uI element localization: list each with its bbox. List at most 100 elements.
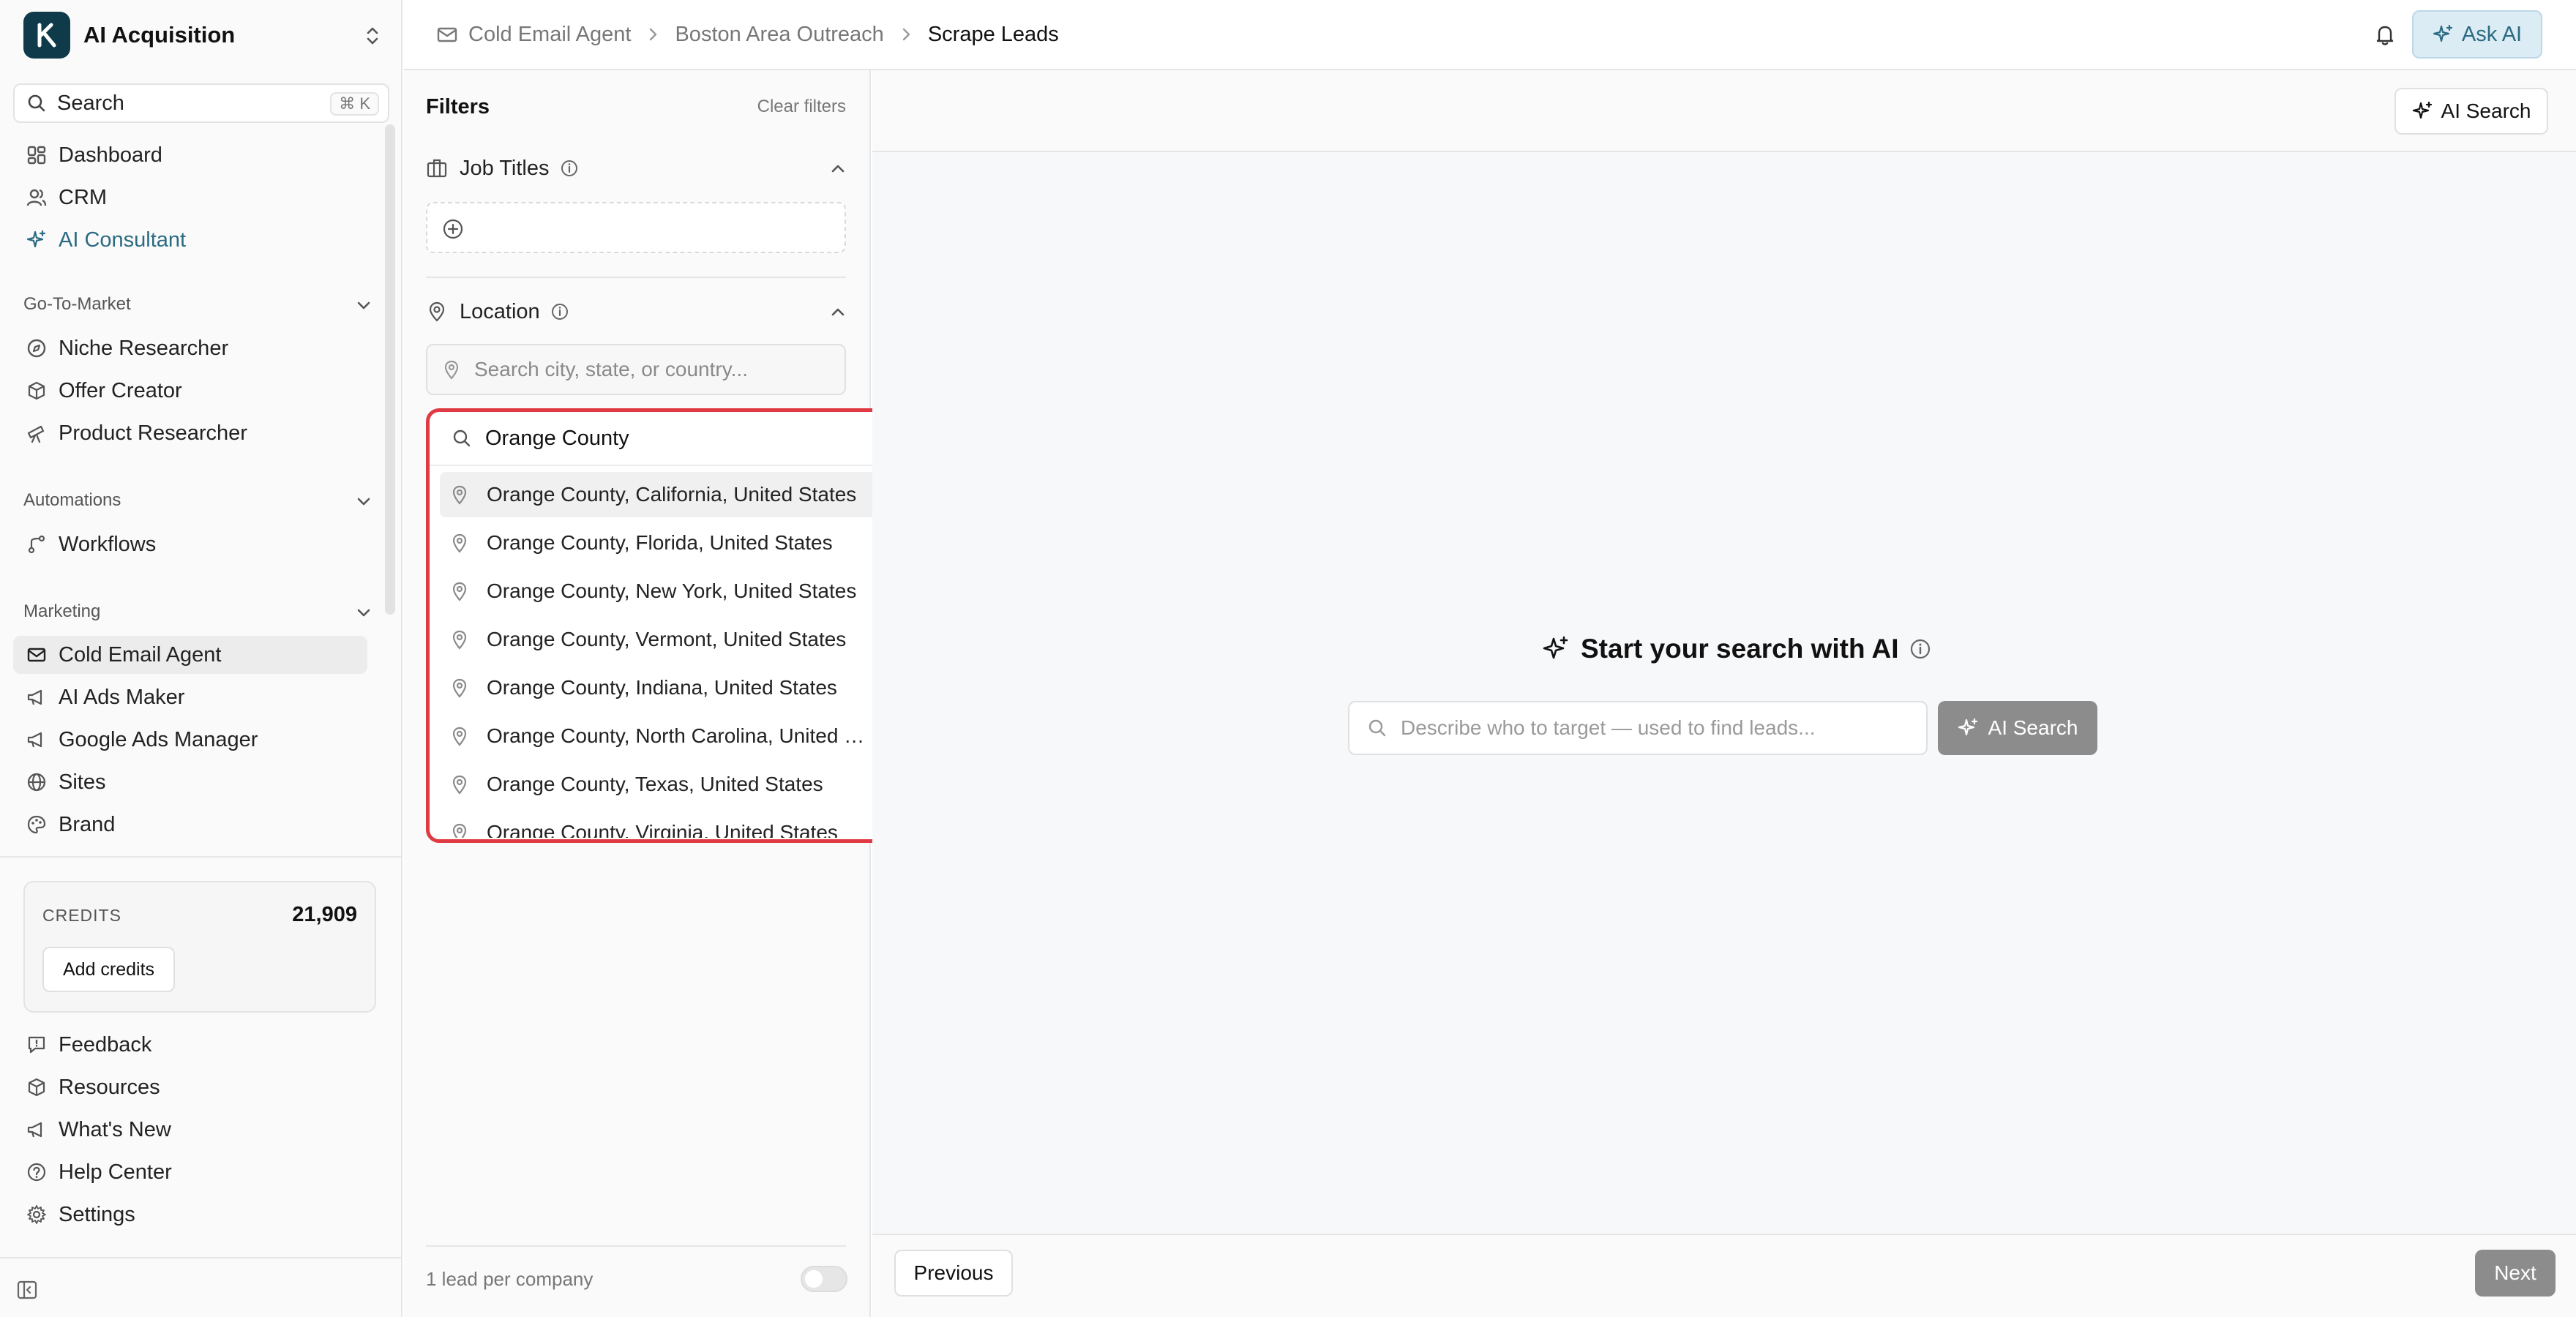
ask-ai-button[interactable]: Ask AI	[2412, 10, 2542, 59]
chevron-down-icon[interactable]	[354, 296, 373, 315]
map-pin-icon	[442, 359, 461, 380]
location-header[interactable]: Location	[426, 296, 847, 328]
feedback-icon	[26, 1035, 47, 1055]
sidebar-search[interactable]: Search ⌘ K	[13, 83, 389, 123]
map-pin-icon	[450, 581, 469, 601]
one-lead-per-company-toggle[interactable]	[801, 1266, 847, 1292]
location-label: Location	[460, 299, 540, 323]
location-option-label: Orange County, Florida, United States	[487, 531, 833, 554]
box-icon	[26, 1077, 47, 1098]
sidebar-item-cold-email-agent[interactable]: Cold Email Agent	[13, 636, 367, 674]
chevron-up-icon[interactable]	[828, 303, 847, 322]
search-label: Search	[57, 91, 124, 115]
sidebar-item-label: Dashboard	[59, 143, 162, 167]
location-option[interactable]: Orange County, North Carolina, United St…	[440, 713, 882, 759]
hero-title: Start your search with AI	[1543, 631, 1931, 667]
sidebar-item-dashboard[interactable]: Dashboard	[13, 136, 367, 174]
sidebar-item-help-center[interactable]: Help Center	[13, 1153, 367, 1191]
sidebar-item-offer-creator[interactable]: Offer Creator	[13, 372, 367, 410]
ai-target-input[interactable]: Describe who to target — used to find le…	[1348, 701, 1928, 755]
map-pin-icon	[450, 774, 469, 795]
sidebar-divider	[0, 1257, 401, 1258]
location-option[interactable]: Orange County, Virginia, United States	[440, 810, 882, 838]
compass-icon	[26, 338, 47, 359]
telescope-icon	[26, 423, 47, 443]
chevron-down-icon[interactable]	[354, 603, 373, 622]
location-dropdown-search[interactable]: Orange County	[430, 412, 898, 466]
sidebar-item-label: Brand	[59, 812, 116, 836]
sidebar-item-brand[interactable]: Brand	[13, 806, 367, 844]
sidebar-item-settings[interactable]: Settings	[13, 1196, 367, 1234]
breadcrumb-scrape-leads: Scrape Leads	[927, 22, 1059, 46]
top-bar: Cold Email Agent Boston Area Outreach Sc…	[404, 0, 2576, 70]
sparkles-icon	[2433, 23, 2455, 45]
sidebar-item-niche-researcher[interactable]: Niche Researcher	[13, 329, 367, 367]
sidebar-item-label: CRM	[59, 185, 108, 209]
workspace-switcher[interactable]: AI Acquisition	[23, 10, 382, 60]
sidebar-item-product-researcher[interactable]: Product Researcher	[13, 414, 367, 452]
map-pin-icon	[450, 822, 469, 838]
location-option[interactable]: Orange County, Vermont, United States	[440, 617, 882, 662]
map-pin-icon	[450, 629, 469, 650]
sidebar-divider	[0, 856, 401, 858]
location-option-label: Orange County, Texas, United States	[487, 773, 823, 795]
sidebar-item-feedback[interactable]: Feedback	[13, 1026, 367, 1064]
location-dropdown: Orange County Orange County, California,…	[426, 408, 902, 843]
previous-button[interactable]: Previous	[894, 1250, 1013, 1297]
location-option-label: Orange County, Virginia, United States	[487, 821, 838, 838]
ask-ai-label: Ask AI	[2461, 22, 2523, 46]
briefcase-icon	[426, 157, 448, 179]
app-name: AI Acquisition	[83, 22, 236, 48]
sidebar-item-label: Feedback	[59, 1032, 152, 1057]
bell-icon[interactable]	[2373, 22, 2397, 47]
chevron-right-icon	[645, 26, 660, 43]
main-header: AI Search	[872, 70, 2576, 152]
help-icon	[26, 1162, 47, 1182]
sidebar-scrollbar[interactable]	[385, 124, 395, 615]
location-option[interactable]: Orange County, Texas, United States	[440, 762, 882, 807]
info-icon[interactable]	[550, 302, 569, 321]
location-option[interactable]: Orange County, New York, United States	[440, 569, 882, 614]
next-button[interactable]: Next	[2475, 1250, 2556, 1297]
sidebar-item-label: AI Consultant	[59, 228, 187, 252]
megaphone-icon	[26, 1119, 47, 1140]
sidebar-item-label: Cold Email Agent	[59, 642, 222, 667]
location-option[interactable]: Orange County, California, United States	[440, 472, 882, 517]
info-icon[interactable]	[560, 159, 579, 178]
sidebar-item-resources[interactable]: Resources	[13, 1068, 367, 1106]
location-search-input[interactable]: Search city, state, or country...	[426, 344, 846, 395]
sidebar-item-whats-new[interactable]: What's New	[13, 1111, 367, 1149]
sidebar-item-ai-consultant[interactable]: AI Consultant	[13, 221, 367, 259]
add-credits-button[interactable]: Add credits	[42, 947, 176, 992]
sidebar-item-label: Product Researcher	[59, 421, 247, 445]
sidebar-item-label: Offer Creator	[59, 378, 182, 402]
ai-search-button-label: AI Search	[1988, 716, 2078, 739]
breadcrumb-cold-email-agent[interactable]: Cold Email Agent	[468, 23, 631, 47]
sidebar-item-ai-ads-maker[interactable]: AI Ads Maker	[13, 678, 367, 716]
sidebar-item-label: Google Ads Manager	[59, 727, 258, 751]
ai-search-top-button[interactable]: AI Search	[2395, 88, 2548, 135]
chevron-right-icon	[899, 26, 913, 43]
sidebar-item-label: Niche Researcher	[59, 336, 229, 360]
one-lead-per-company-label: 1 lead per company	[426, 1267, 594, 1290]
collapse-sidebar-icon[interactable]	[16, 1279, 38, 1301]
sidebar-item-crm[interactable]: CRM	[13, 179, 367, 217]
ai-search-button[interactable]: AI Search	[1938, 701, 2097, 755]
chevron-up-icon[interactable]	[828, 160, 847, 179]
add-job-title-box[interactable]	[426, 202, 846, 253]
app-logo	[23, 12, 70, 59]
sidebar-item-sites[interactable]: Sites	[13, 763, 367, 801]
location-option[interactable]: Orange County, Florida, United States	[440, 520, 882, 566]
sidebar-item-workflows[interactable]: Workflows	[13, 525, 367, 563]
chevron-down-icon[interactable]	[354, 492, 373, 511]
megaphone-icon	[26, 729, 47, 750]
breadcrumb-boston-area-outreach[interactable]: Boston Area Outreach	[675, 23, 883, 47]
location-option[interactable]: Orange County, Indiana, United States	[440, 665, 882, 710]
clear-filters-button[interactable]: Clear filters	[757, 97, 846, 117]
breadcrumb: Cold Email Agent Boston Area Outreach Sc…	[436, 0, 1059, 69]
section-label-marketing: Marketing	[23, 601, 101, 621]
info-icon[interactable]	[1909, 638, 1931, 660]
chevron-updown-icon	[363, 25, 382, 47]
job-titles-header[interactable]: Job Titles	[426, 152, 847, 184]
sidebar-item-google-ads-manager[interactable]: Google Ads Manager	[13, 721, 367, 759]
